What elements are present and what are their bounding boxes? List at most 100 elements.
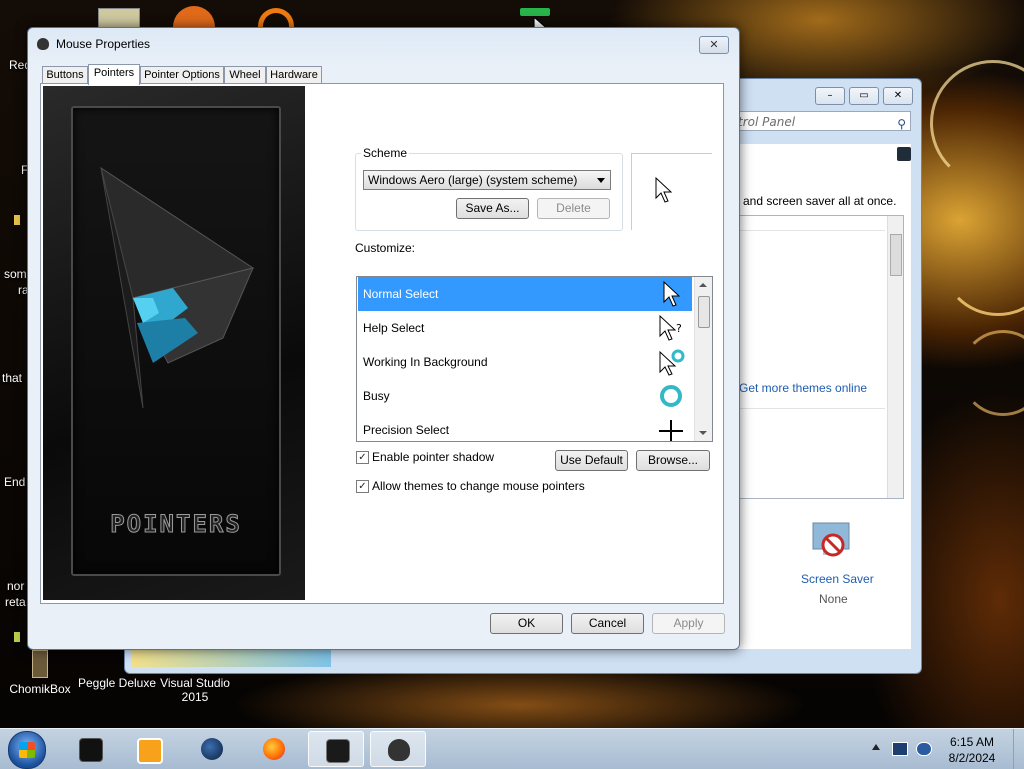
minimize-button[interactable]: –: [815, 87, 845, 105]
scrollbar-thumb[interactable]: [890, 234, 902, 276]
maximize-button[interactable]: ▭: [849, 87, 879, 105]
divider: [737, 230, 885, 231]
save-as-button[interactable]: Save As...: [456, 198, 529, 219]
desktop-icon-label-fragment: som: [4, 267, 27, 281]
pointer-name: Normal Select: [363, 287, 439, 301]
mouse-icon: [37, 38, 49, 50]
close-button[interactable]: ✕: [883, 87, 913, 105]
desktop-icon-label: Peggle Deluxe: [77, 676, 157, 690]
list-item[interactable]: Precision Select: [358, 413, 692, 441]
desktop-icon-fragment[interactable]: [14, 632, 20, 642]
show-hidden-icons-button[interactable]: [872, 744, 880, 750]
list-item[interactable]: Busy: [358, 379, 692, 413]
list-item[interactable]: Working In Background: [358, 345, 692, 379]
desktop-icon-peggle[interactable]: Peggle Deluxe: [77, 676, 157, 690]
screen-saver-label[interactable]: Screen Saver: [801, 572, 874, 586]
taskbar: 6:15 AM 8/2/2024: [0, 728, 1024, 769]
network-icon[interactable]: [892, 742, 908, 756]
arrow-cursor-icon: [663, 280, 681, 307]
windows-logo-icon: [19, 742, 35, 758]
tab-buttons[interactable]: Buttons: [42, 66, 88, 83]
screen-saver-icon[interactable]: [811, 521, 855, 561]
taskbar-thumbnail-strip: [131, 649, 331, 667]
help-icon[interactable]: [897, 147, 911, 161]
system-clock[interactable]: 6:15 AM 8/2/2024: [935, 734, 1009, 766]
tab-pointers[interactable]: Pointers: [88, 64, 140, 85]
desktop-icon-chomikbox[interactable]: ChomikBox: [0, 650, 80, 696]
taskbar-item-media-player[interactable]: [120, 731, 176, 767]
scroll-up-icon[interactable]: [699, 283, 707, 287]
scheme-dropdown[interactable]: Windows Aero (large) (system scheme): [363, 170, 611, 190]
clock-date: 8/2/2024: [948, 751, 996, 765]
close-button[interactable]: ✕: [699, 36, 729, 54]
dialog-title: Mouse Properties: [56, 37, 151, 51]
divider: [737, 408, 885, 409]
desktop-icon-label-fragment: End: [4, 475, 26, 489]
screen-saver-value: None: [819, 592, 848, 606]
scheme-groupbox: [355, 153, 623, 231]
arrow-cursor-icon: [655, 176, 673, 203]
taskbar-item-app[interactable]: [62, 731, 118, 767]
mouse-properties-dialog[interactable]: Mouse Properties ✕ Buttons Pointers Poin…: [27, 27, 740, 650]
clock-time: 6:15 AM: [949, 735, 995, 749]
checkbox-check-icon[interactable]: ✓: [356, 480, 369, 493]
show-desktop-button[interactable]: [1013, 729, 1024, 769]
search-icon[interactable]: ⚲: [897, 114, 906, 134]
desktop-icon-visual-studio[interactable]: Visual Studio 2015: [155, 676, 235, 704]
delete-button[interactable]: Delete: [537, 198, 610, 219]
pointers-sidebar-art: POINTERS: [43, 86, 305, 600]
scroll-down-icon[interactable]: [699, 431, 707, 435]
cancel-button[interactable]: Cancel: [571, 613, 644, 634]
start-orb[interactable]: [8, 731, 46, 769]
pointer-name: Precision Select: [363, 423, 450, 437]
list-item[interactable]: Normal Select: [358, 277, 692, 311]
search-placeholder: trol Panel: [738, 115, 796, 129]
busy-cursor-icon: [660, 385, 682, 407]
volume-icon[interactable]: [916, 742, 932, 756]
scrollbar[interactable]: [887, 216, 903, 498]
desktop-icon-label: ChomikBox: [9, 682, 71, 696]
tab-wheel[interactable]: Wheel: [224, 66, 266, 83]
browse-button[interactable]: Browse...: [636, 450, 710, 471]
desktop-icon-fragment[interactable]: [14, 215, 20, 225]
media-player-icon: [137, 738, 163, 764]
scheme-selected-value: Windows Aero (large) (system scheme): [368, 173, 578, 187]
mouse-icon: [388, 739, 410, 761]
taskbar-item-photo-viewer[interactable]: [308, 731, 364, 767]
apply-button[interactable]: Apply: [652, 613, 725, 634]
scrollbar[interactable]: [694, 277, 712, 441]
use-default-button[interactable]: Use Default: [555, 450, 628, 471]
pointer-logo-icon: [100, 166, 255, 409]
list-item[interactable]: Help Select ?: [358, 311, 692, 345]
taskbar-item-firefox[interactable]: [246, 731, 302, 767]
scheme-label: Scheme: [361, 146, 410, 160]
scrollbar-thumb[interactable]: [698, 296, 710, 328]
checkbox-label: Allow themes to change mouse pointers: [372, 479, 585, 493]
pointer-name: Busy: [363, 389, 390, 403]
themes-list[interactable]: [736, 215, 904, 499]
pointers-tab-panel: POINTERS Scheme Windows Aero (large) (sy…: [40, 83, 724, 604]
working-cursor-icon: [659, 349, 685, 376]
get-more-themes-link[interactable]: Get more themes online: [739, 381, 867, 395]
desktop-icon-label-fragment: reta: [5, 595, 26, 609]
taskbar-item-mouse-properties[interactable]: [370, 731, 426, 767]
desktop-icon-fragment[interactable]: [520, 8, 550, 16]
checkbox-label: Enable pointer shadow: [372, 450, 495, 464]
tab-pointer-options[interactable]: Pointer Options: [140, 66, 224, 83]
ok-button[interactable]: OK: [490, 613, 563, 634]
taskbar-item-globe[interactable]: [184, 731, 240, 767]
customize-label: Customize:: [355, 241, 416, 255]
personalization-description: and screen saver all at once.: [743, 194, 897, 208]
pointer-list[interactable]: Normal Select Help Select ? Working In B…: [356, 276, 713, 442]
desktop-icon-label-fragment: nor: [7, 579, 25, 593]
pointer-preview: [631, 153, 712, 230]
firefox-icon: [263, 738, 285, 760]
pointers-art-label: POINTERS: [110, 510, 242, 539]
chomikbox-icon: [32, 650, 48, 678]
search-input[interactable]: trol Panel ⚲: [733, 111, 911, 131]
checkbox-check-icon[interactable]: ✓: [356, 451, 369, 464]
pointer-name: Working In Background: [363, 355, 488, 369]
svg-text:?: ?: [676, 322, 682, 335]
art-frame: POINTERS: [71, 106, 281, 576]
tab-hardware[interactable]: Hardware: [266, 66, 322, 83]
